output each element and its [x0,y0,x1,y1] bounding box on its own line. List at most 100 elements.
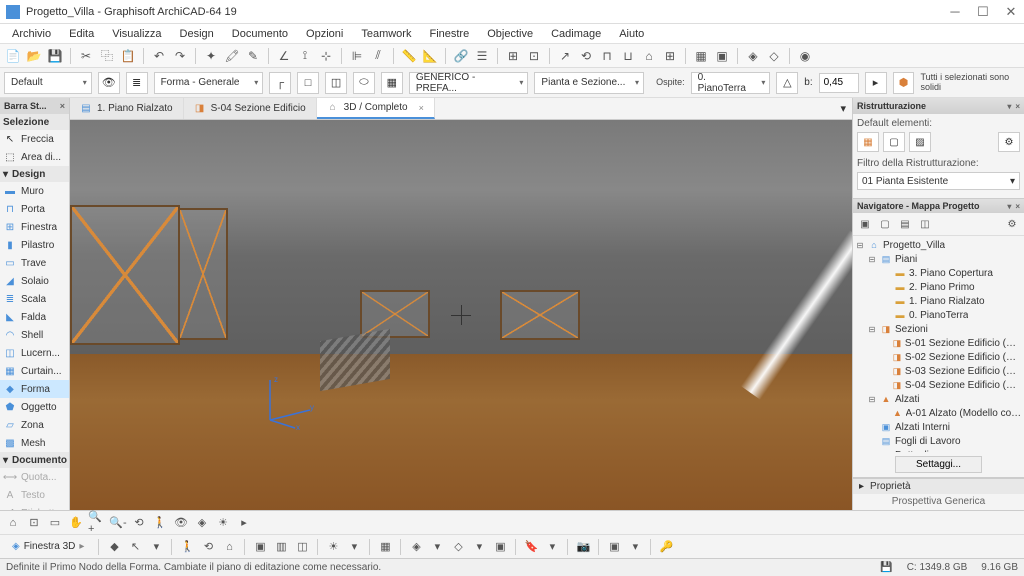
vw-walk-icon[interactable]: 🚶 [151,514,169,532]
section-design[interactable]: ▾ Design [0,166,69,182]
shape4-button[interactable]: ⬭ [353,72,375,94]
vw-pan-icon[interactable]: ✋ [67,514,85,532]
tab-piano-rialzato[interactable]: ▤1. Piano Rialzato [70,98,184,119]
close-button[interactable]: ✕ [1004,5,1018,19]
nav-publish-icon[interactable]: ◫ [916,216,934,232]
navigatore-header[interactable]: Navigatore - Mappa Progetto ▾× [853,199,1024,213]
tree-fogli[interactable]: ▤Fogli di Lavoro [853,434,1024,448]
tree-alzati-interni[interactable]: ▣Alzati Interni [853,420,1024,434]
layers2-icon[interactable]: ◇ [765,47,783,65]
forma-dropdown[interactable]: Forma - Generale [154,72,264,94]
collapse-icon[interactable]: ▾ [1007,102,1011,111]
menu-aiuto[interactable]: Aiuto [611,26,652,42]
value-input[interactable] [819,73,859,93]
tab-3d[interactable]: ⌂3D / Completo× [317,98,435,119]
3d-viewport[interactable]: z y x [70,120,852,510]
tool-quota[interactable]: ⟷Quota... [0,468,69,486]
collapse-icon[interactable]: ▾ [1007,202,1011,211]
bt-clip-icon[interactable]: ▣ [605,538,623,556]
section-documento[interactable]: ▾ Documento [0,452,69,468]
tool-trave[interactable]: ▭Trave [0,254,69,272]
redo-icon[interactable]: ↷ [171,47,189,65]
render1-icon[interactable]: ▦ [692,47,710,65]
vw-zoomout-icon[interactable]: 🔍- [109,514,127,532]
highlight-icon[interactable]: 🖍 [223,47,241,65]
window2-icon[interactable]: ⊡ [525,47,543,65]
filtro-dropdown[interactable]: 01 Pianta Esistente▾ [857,172,1020,190]
nav6-icon[interactable]: ⊞ [661,47,679,65]
panel-close-icon[interactable]: × [60,101,65,111]
window-icon[interactable]: ⊞ [504,47,522,65]
bt-elem2-icon[interactable]: ▥ [272,538,290,556]
menu-design[interactable]: Design [172,26,222,42]
help-icon[interactable]: ◉ [796,47,814,65]
undo-icon[interactable]: ↶ [150,47,168,65]
bt-walk-icon[interactable]: 🚶 [178,538,196,556]
nav4-icon[interactable]: ⊔ [619,47,637,65]
bt-shade1-icon[interactable]: ◆ [105,538,123,556]
tree-s03[interactable]: ◨S-03 Sezione Edificio (Modello... [853,364,1024,378]
vw-look-icon[interactable]: 👁 [172,514,190,532]
menu-documento[interactable]: Documento [224,26,296,42]
vw-orbit-icon[interactable]: ⟲ [130,514,148,532]
tree-piano0[interactable]: ▬0. PianoTerra [853,308,1024,322]
bt-layer3-icon[interactable]: ▣ [491,538,509,556]
bt-elem1-icon[interactable]: ▣ [251,538,269,556]
tree-a01[interactable]: ▲A-01 Alzato (Modello con rico... [853,406,1024,420]
proprieta-header[interactable]: ▸Proprietà [853,478,1024,494]
default-elem-settings[interactable]: ⚙ [998,132,1020,152]
bt-elem3-icon[interactable]: ◫ [293,538,311,556]
pen-icon[interactable]: ✎ [244,47,262,65]
cut-icon[interactable]: ✂ [77,47,95,65]
snap-icon[interactable]: ⟟ [296,47,314,65]
tree-project[interactable]: ⊟⌂Progetto_Villa [853,238,1024,252]
default-elem-btn3[interactable]: ▨ [909,132,931,152]
tab-sezione[interactable]: ◨S-04 Sezione Edificio [184,98,317,119]
tool-pilastro[interactable]: ▮Pilastro [0,236,69,254]
tool-zona[interactable]: ▱Zona [0,416,69,434]
tab-overflow-icon[interactable]: ▾ [834,98,852,119]
paste-icon[interactable]: 📋 [119,47,137,65]
solid-icon[interactable]: ⬢ [893,72,915,94]
tree-dettagli[interactable]: ◎Dettagli [853,448,1024,452]
tree-s02[interactable]: ◨S-02 Sezione Edificio (Modello... [853,350,1024,364]
shape1-button[interactable]: ┌ [269,72,291,94]
render2-icon[interactable]: ▣ [713,47,731,65]
layers-icon[interactable]: ◈ [744,47,762,65]
angle-input-icon[interactable]: △ [776,72,798,94]
tool-mesh[interactable]: ▩Mesh [0,434,69,452]
angle-icon[interactable]: ∠ [275,47,293,65]
bt-bookmarkb-icon[interactable]: ▾ [543,538,561,556]
nav2-icon[interactable]: ⟲ [577,47,595,65]
close-panel-icon[interactable]: × [1015,202,1020,211]
tool-falda[interactable]: ◣Falda [0,308,69,326]
pianoterra-dropdown[interactable]: 0. PianoTerra [691,72,771,94]
bt-layer1-icon[interactable]: ◈ [407,538,425,556]
bt-drop-icon[interactable]: ▾ [147,538,165,556]
maximize-button[interactable]: ☐ [976,5,990,19]
tool-shell[interactable]: ◠Shell [0,326,69,344]
tool-scala[interactable]: ≣Scala [0,290,69,308]
bt-layer2d-icon[interactable]: ▾ [470,538,488,556]
tool-testo[interactable]: ATesto [0,486,69,504]
vw-home-icon[interactable]: ⌂ [4,514,22,532]
open-icon[interactable]: 📂 [25,47,43,65]
bt-clipd-icon[interactable]: ▾ [626,538,644,556]
menu-edita[interactable]: Edita [61,26,102,42]
tool-etichetta[interactable]: ◂AEtichetta [0,504,69,510]
vw-fit-icon[interactable]: ⊡ [25,514,43,532]
minimize-button[interactable]: ─ [948,5,962,19]
tool-lucernario[interactable]: ◫Lucern... [0,344,69,362]
arrow-button[interactable]: ▸ [865,72,887,94]
eye-button[interactable]: 👁 [98,72,120,94]
tree-sezioni[interactable]: ⊟◨Sezioni [853,322,1024,336]
material-button[interactable]: ▦ [381,72,403,94]
filter-icon[interactable]: ☰ [473,47,491,65]
tree-s01[interactable]: ◨S-01 Sezione Edificio (Modello... [853,336,1024,350]
ristrutturazione-header[interactable]: Ristrutturazione ▾× [853,98,1024,114]
vw-next-icon[interactable]: ▸ [235,514,253,532]
default-dropdown[interactable]: Default [4,72,92,94]
shape3-button[interactable]: ◫ [325,72,347,94]
close-panel-icon[interactable]: × [1015,102,1020,111]
tool-area[interactable]: ⬚Area di... [0,148,69,166]
